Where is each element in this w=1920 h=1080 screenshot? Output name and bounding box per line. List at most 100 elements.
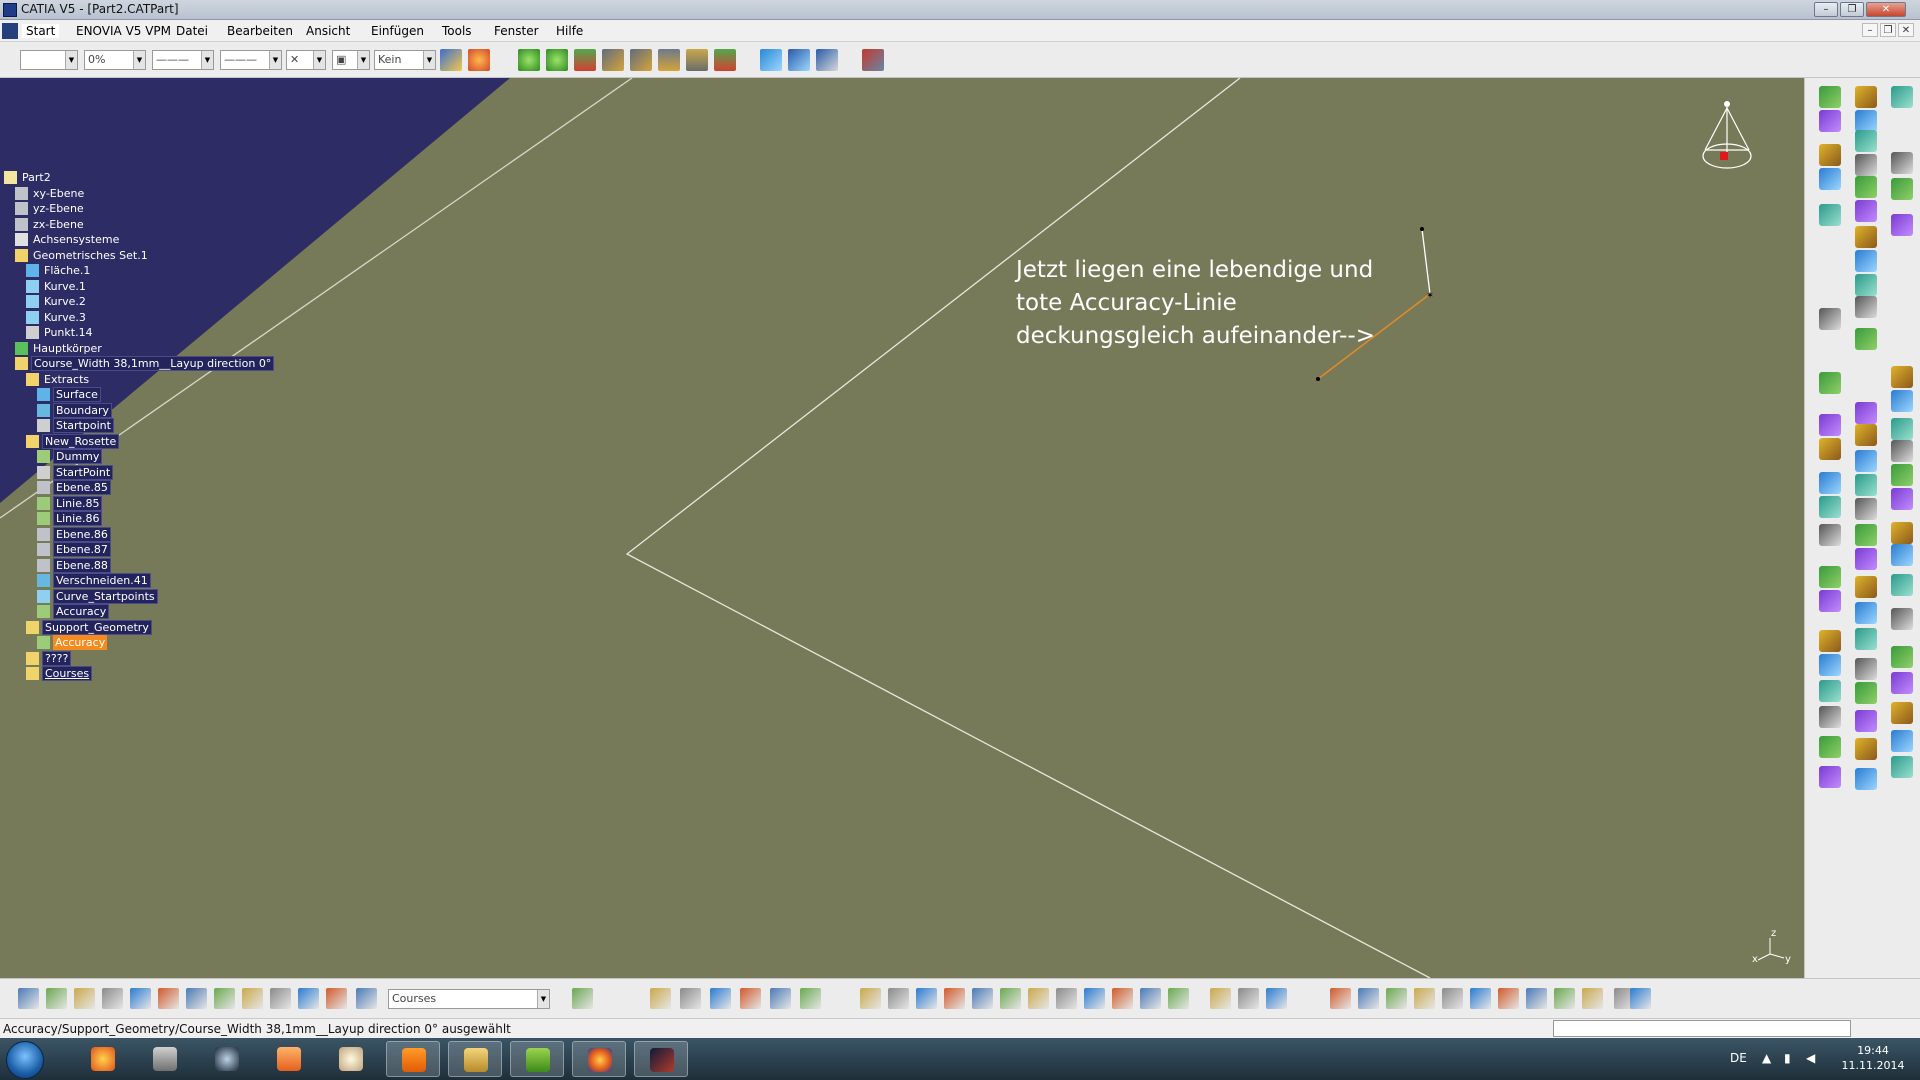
workbench-tool-icon[interactable] — [1819, 680, 1841, 702]
tree-node-label[interactable]: Verschneiden.41 — [53, 573, 151, 588]
workbench-tool-icon[interactable] — [1819, 524, 1841, 546]
workbench-tool-icon[interactable] — [1891, 214, 1913, 236]
taskbar-app-8[interactable] — [510, 1041, 564, 1077]
transparency-combo[interactable]: 0% ▼ — [84, 50, 146, 70]
workbench-tool-icon[interactable] — [1819, 654, 1841, 676]
volume-icon[interactable]: ◀ — [1806, 1051, 1815, 1065]
workbench-tool-icon[interactable] — [1819, 372, 1841, 394]
standard-tool-icon[interactable] — [1140, 988, 1161, 1009]
surface-icon[interactable] — [26, 264, 39, 277]
workbench-tool-icon[interactable] — [1855, 110, 1877, 132]
workbench-tool-icon[interactable] — [1819, 168, 1841, 190]
standard-tool-icon[interactable] — [74, 988, 95, 1009]
plane-icon[interactable] — [37, 481, 50, 494]
standard-tool-icon[interactable] — [1498, 988, 1519, 1009]
taskbar-app-3[interactable] — [200, 1041, 254, 1077]
menu-tools[interactable]: Tools — [442, 24, 472, 38]
taskbar-app-2[interactable] — [138, 1041, 192, 1077]
plane-icon[interactable] — [37, 543, 50, 556]
standard-tool-icon[interactable] — [944, 988, 965, 1009]
tree-node-label[interactable]: Ebene.85 — [53, 480, 111, 495]
workbench-tool-icon[interactable] — [1819, 308, 1841, 330]
line-icon[interactable] — [37, 605, 50, 618]
standard-tool-icon[interactable] — [972, 988, 993, 1009]
workbench-tool-icon[interactable] — [1819, 496, 1841, 518]
tree-node-label[interactable]: Part2 — [20, 170, 53, 185]
standard-tool-icon[interactable] — [214, 988, 235, 1009]
workbench-tool-icon[interactable] — [1891, 730, 1913, 752]
workbench-tool-icon[interactable] — [1855, 602, 1877, 624]
tree-node-label[interactable]: Boundary — [53, 402, 112, 418]
curve-icon[interactable] — [26, 310, 39, 324]
measure-item-icon[interactable] — [630, 49, 652, 71]
standard-tool-icon[interactable] — [1210, 988, 1231, 1009]
standard-tool-icon[interactable] — [1526, 988, 1547, 1009]
workbench-tool-icon[interactable] — [1855, 658, 1877, 680]
line-icon[interactable] — [37, 496, 50, 510]
standard-tool-icon[interactable] — [1168, 988, 1189, 1009]
menu-fenster[interactable]: Fenster — [494, 24, 539, 38]
taskbar-app-10[interactable] — [634, 1041, 688, 1077]
menu-ansicht[interactable]: Ansicht — [306, 24, 350, 38]
standard-tool-icon[interactable] — [710, 988, 731, 1009]
tree-node-label[interactable]: Hauptkörper — [31, 341, 104, 356]
geometrical-set-icon[interactable] — [15, 357, 28, 370]
curve-icon[interactable] — [26, 279, 39, 293]
intersect-icon[interactable] — [37, 574, 50, 587]
tray-expand-icon[interactable]: ▲ — [1762, 1051, 1771, 1065]
catalog-icon[interactable] — [788, 49, 810, 71]
tree-node-label[interactable]: Support_Geometry — [42, 619, 152, 635]
tree-node-label[interactable]: Linie.85 — [53, 495, 103, 511]
whats-this-icon[interactable] — [816, 49, 838, 71]
workbench-tool-icon[interactable] — [1819, 630, 1841, 652]
workbench-tool-icon[interactable] — [1819, 86, 1841, 108]
geometrical-set-icon[interactable] — [15, 248, 28, 262]
workbench-tool-icon[interactable] — [1855, 402, 1877, 424]
move-icon[interactable] — [518, 49, 540, 71]
standard-tool-icon[interactable] — [270, 988, 291, 1009]
standard-tool-icon[interactable] — [46, 988, 67, 1009]
keyboard-language[interactable]: DE — [1730, 1051, 1747, 1065]
workbench-tool-icon[interactable] — [1855, 130, 1877, 152]
endpoint-marker[interactable] — [1316, 377, 1320, 381]
tree-node-label[interactable]: StartPoint — [53, 464, 114, 480]
menu-start[interactable]: Start — [22, 24, 60, 38]
tree-node-label[interactable]: New_Rosette — [42, 433, 120, 449]
standard-tool-icon[interactable] — [1630, 988, 1651, 1009]
workbench-tool-icon[interactable] — [1891, 464, 1913, 486]
rotate-icon[interactable] — [546, 49, 568, 71]
workbench-tool-icon[interactable] — [1891, 390, 1913, 412]
menu-einfuegen[interactable]: Einfügen — [371, 24, 424, 38]
workbench-tool-icon[interactable] — [1819, 414, 1841, 436]
workbench-tool-icon[interactable] — [1891, 440, 1913, 462]
standard-tool-icon[interactable] — [860, 988, 881, 1009]
doc-minimize-button[interactable]: – — [1862, 23, 1878, 37]
plane-icon[interactable] — [15, 202, 28, 215]
current-geometrical-set-combo[interactable]: Courses ▼ — [388, 989, 550, 1009]
line-icon[interactable] — [37, 450, 50, 463]
tree-node-label[interactable]: Fläche.1 — [42, 263, 92, 278]
standard-tool-icon[interactable] — [1084, 988, 1105, 1009]
workbench-tool-icon[interactable] — [1891, 178, 1913, 200]
workbench-tool-icon[interactable] — [1891, 366, 1913, 388]
tree-node-label[interactable]: Kurve.2 — [42, 294, 88, 309]
standard-tool-icon[interactable] — [1442, 988, 1463, 1009]
curve-icon[interactable] — [26, 295, 39, 308]
3d-viewport[interactable]: ✶ z x y Part2 xy-Ebene yz-Ebene zx-Ebene… — [0, 78, 1804, 978]
tree-node-label[interactable]: Courses — [42, 666, 93, 681]
menu-enovia[interactable]: ENOVIA V5 VPM — [76, 24, 171, 38]
workbench-tool-icon[interactable] — [1891, 86, 1913, 108]
plane-icon[interactable] — [37, 527, 50, 541]
standard-tool-icon[interactable] — [1470, 988, 1491, 1009]
workbench-tool-icon[interactable] — [1855, 328, 1877, 350]
doc-close-button[interactable]: ✕ — [1898, 23, 1914, 37]
boundary-icon[interactable] — [37, 403, 50, 417]
point-icon[interactable] — [26, 326, 39, 339]
standard-tool-icon[interactable] — [1000, 988, 1021, 1009]
standard-tool-icon[interactable] — [130, 988, 151, 1009]
power-input-field[interactable] — [1553, 1020, 1851, 1037]
workbench-tool-icon[interactable] — [1819, 766, 1841, 788]
close-button[interactable]: ✕ — [1866, 2, 1906, 17]
workbench-tool-icon[interactable] — [1891, 672, 1913, 694]
tree-node-label[interactable]: Curve_Startpoints — [53, 588, 158, 604]
